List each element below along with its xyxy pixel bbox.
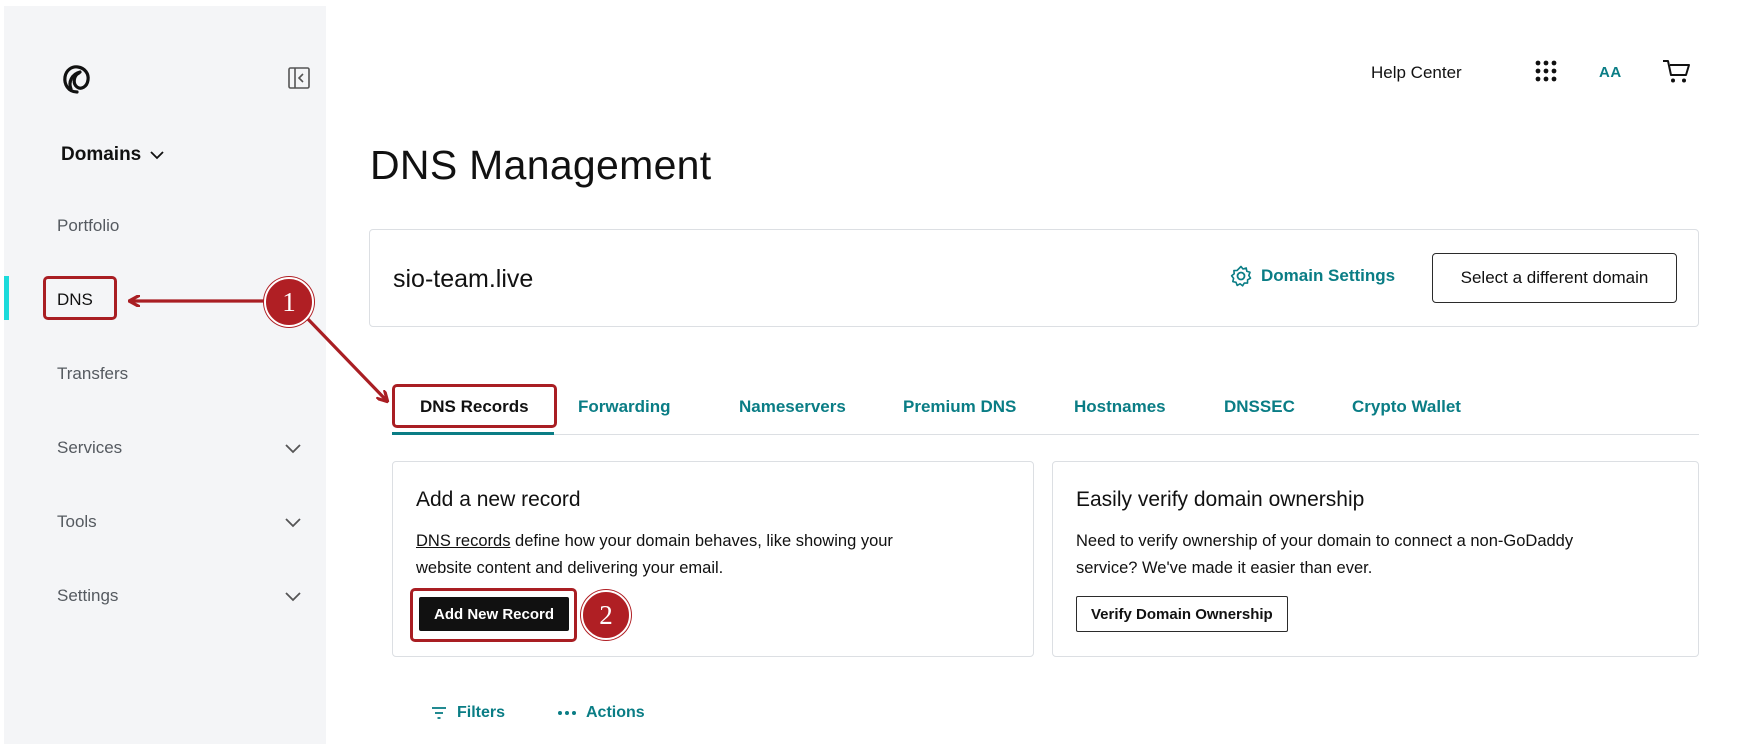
godaddy-logo-icon[interactable] [60,62,94,96]
verify-domain-ownership-button[interactable]: Verify Domain Ownership [1076,596,1288,632]
help-center-link[interactable]: Help Center [1371,63,1462,83]
verify-text-line2: service? We've made it easier than ever. [1076,559,1373,577]
cart-icon[interactable] [1661,57,1691,85]
filters-button[interactable]: Filters [430,704,505,722]
tab-premium-dns[interactable]: Premium DNS [903,397,1016,417]
chevron-down-icon[interactable] [283,586,303,606]
chevron-down-icon[interactable] [283,512,303,532]
verify-text-line1: Need to verify ownership of your domain … [1076,532,1574,550]
sidebar-item-portfolio[interactable]: Portfolio [57,216,119,236]
sidebar-item-transfers[interactable]: Transfers [57,364,128,384]
tab-nameservers[interactable]: Nameservers [739,397,846,417]
sidebar: Domains [4,6,326,744]
user-avatar[interactable]: AA [1599,64,1622,81]
collapse-sidebar-icon[interactable] [287,66,311,90]
sidebar-heading-label: Domains [61,144,142,165]
annotation-highlight-dns [43,276,117,320]
tab-hostnames[interactable]: Hostnames [1074,397,1166,417]
dns-tabs: DNS Records Forwarding Nameservers Premi… [392,385,1699,435]
sidebar-item-tools[interactable]: Tools [57,512,97,532]
tab-forwarding[interactable]: Forwarding [578,397,671,417]
filters-label: Filters [457,704,506,721]
annotation-step-2-badge: 2 [581,590,631,640]
domain-name: sio-team.live [393,265,534,293]
sidebar-item-services[interactable]: Services [57,438,122,458]
dns-records-link[interactable]: DNS records [416,532,510,550]
tab-dnssec[interactable]: DNSSEC [1224,397,1295,417]
actions-label: Actions [586,704,645,721]
page-title: DNS Management [370,142,712,188]
chevron-down-icon[interactable] [283,438,303,458]
domain-settings-label: Domain Settings [1261,266,1396,285]
add-record-title: Add a new record [416,488,581,511]
sidebar-active-indicator [4,276,9,320]
verify-description: Need to verify ownership of your domain … [1076,528,1573,582]
add-record-description: DNS records define how your domain behav… [416,528,893,582]
more-dots-icon [558,711,576,715]
annotation-highlight-dns-records-tab [392,384,557,428]
sidebar-heading-domains[interactable]: Domains [61,144,165,166]
annotation-step-1-badge: 1 [264,277,314,327]
domain-card: sio-team.live Domain Settings Select a d… [369,229,1699,327]
annotation-highlight-add-record [410,588,577,642]
verify-ownership-card: Easily verify domain ownership Need to v… [1052,461,1699,657]
add-record-text-line2: website content and delivering your emai… [416,559,724,577]
active-tab-underline [392,432,554,435]
domain-settings-link[interactable]: Domain Settings [1229,264,1395,288]
verify-title: Easily verify domain ownership [1076,488,1365,511]
apps-grid-icon[interactable] [1534,59,1558,83]
gear-icon [1230,265,1252,287]
add-record-text-line1: define how your domain behaves, like sho… [510,532,893,550]
chevron-down-icon [150,151,164,160]
actions-button[interactable]: Actions [557,704,645,722]
tab-crypto-wallet[interactable]: Crypto Wallet [1352,397,1461,417]
sidebar-item-settings[interactable]: Settings [57,586,118,606]
select-different-domain-button[interactable]: Select a different domain [1432,253,1677,303]
filter-icon [432,707,446,719]
